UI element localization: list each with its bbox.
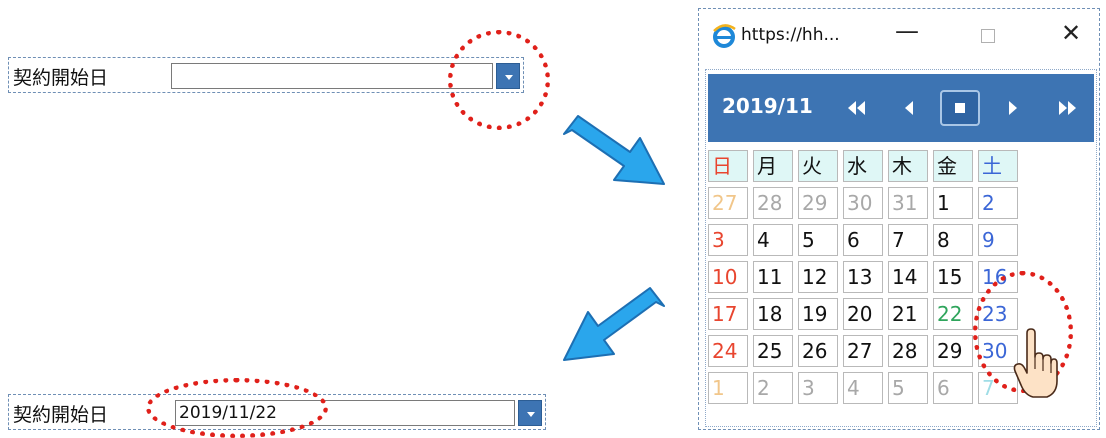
- calendar-popup-window: https://hh... — ✕ 2019/11 日月火水木金土 27 28 29 3…: [698, 8, 1100, 430]
- today-icon[interactable]: [940, 90, 980, 126]
- calendar-day[interactable]: 26: [798, 335, 838, 367]
- calendar-day[interactable]: 28: [888, 335, 928, 367]
- weekday-header: 土: [978, 150, 1018, 182]
- calendar-day[interactable]: 29: [798, 187, 838, 219]
- minimize-icon[interactable]: —: [895, 17, 919, 45]
- calendar-day[interactable]: 20: [843, 298, 883, 330]
- calendar-day[interactable]: 27: [843, 335, 883, 367]
- calendar-day[interactable]: 15: [933, 261, 973, 293]
- calendar-day[interactable]: 10: [708, 261, 748, 293]
- next-month-icon[interactable]: [1006, 96, 1020, 120]
- calendar-day-selected[interactable]: 22: [933, 298, 973, 330]
- calendar-day[interactable]: 28: [753, 187, 793, 219]
- contract-start-date-field-top: 契約開始日: [8, 57, 524, 93]
- next-year-icon[interactable]: [1056, 96, 1078, 120]
- highlight-circle-dropdown: [448, 30, 550, 130]
- calendar-day[interactable]: 6: [933, 372, 973, 404]
- weekday-header: 日: [708, 150, 748, 182]
- calendar-day[interactable]: 4: [843, 372, 883, 404]
- weekday-header: 火: [798, 150, 838, 182]
- date-input[interactable]: [171, 63, 493, 89]
- calendar-day[interactable]: 7: [888, 224, 928, 256]
- calendar-day[interactable]: 2: [753, 372, 793, 404]
- calendar-day[interactable]: 30: [843, 187, 883, 219]
- pointer-hand-icon: [1013, 328, 1058, 398]
- calendar-day[interactable]: 6: [843, 224, 883, 256]
- prev-year-icon[interactable]: [846, 96, 868, 120]
- calendar-month-label: 2019/11: [722, 94, 813, 118]
- highlight-circle-date-value: [146, 378, 328, 438]
- calendar-day[interactable]: 17: [708, 298, 748, 330]
- calendar-day[interactable]: 2: [978, 187, 1018, 219]
- calendar-day[interactable]: 3: [708, 224, 748, 256]
- calendar-day[interactable]: 12: [798, 261, 838, 293]
- prev-month-icon[interactable]: [902, 96, 916, 120]
- calendar-day[interactable]: 3: [798, 372, 838, 404]
- calendar-day[interactable]: 27: [708, 187, 748, 219]
- calendar-day[interactable]: 24: [708, 335, 748, 367]
- calendar-day[interactable]: 9: [978, 224, 1018, 256]
- calendar-day[interactable]: 5: [798, 224, 838, 256]
- calendar-day[interactable]: 13: [843, 261, 883, 293]
- calendar-day[interactable]: 1: [708, 372, 748, 404]
- calendar-day[interactable]: 5: [888, 372, 928, 404]
- calendar-day[interactable]: 8: [933, 224, 973, 256]
- window-titlebar: https://hh... — ✕: [699, 9, 1099, 61]
- weekday-header: 月: [753, 150, 793, 182]
- weekday-header: 金: [933, 150, 973, 182]
- calendar-day[interactable]: 4: [753, 224, 793, 256]
- calendar-day[interactable]: 14: [888, 261, 928, 293]
- dropdown-arrow-icon[interactable]: [518, 400, 542, 426]
- calendar-day[interactable]: 1: [933, 187, 973, 219]
- calendar-day[interactable]: 29: [933, 335, 973, 367]
- calendar-day[interactable]: 19: [798, 298, 838, 330]
- close-icon[interactable]: ✕: [1061, 19, 1081, 47]
- weekday-header: 木: [888, 150, 928, 182]
- maximize-icon[interactable]: [981, 29, 995, 43]
- arrow-down-right-icon: [563, 115, 665, 185]
- calendar-day[interactable]: 31: [888, 187, 928, 219]
- field-label: 契約開始日: [13, 404, 109, 426]
- weekday-header: 水: [843, 150, 883, 182]
- ie-icon: [713, 24, 736, 48]
- field-label: 契約開始日: [13, 67, 109, 89]
- arrow-down-left-icon: [563, 287, 665, 361]
- calendar-day[interactable]: 11: [753, 261, 793, 293]
- calendar-day[interactable]: 25: [753, 335, 793, 367]
- calendar-header: 2019/11: [708, 74, 1094, 142]
- window-title: https://hh...: [741, 25, 840, 45]
- calendar-day[interactable]: 18: [753, 298, 793, 330]
- calendar-day[interactable]: 21: [888, 298, 928, 330]
